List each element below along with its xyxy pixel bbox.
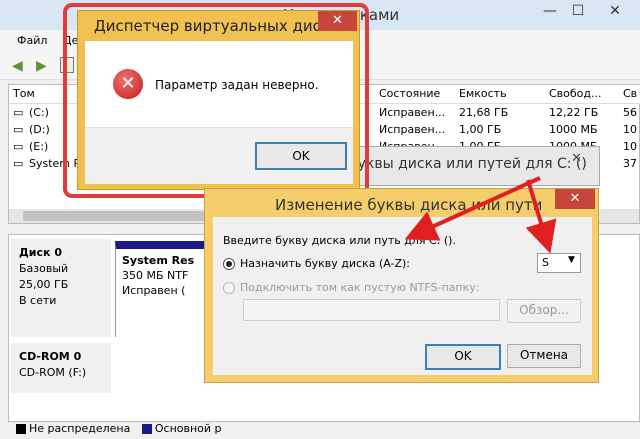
annotation-arrows	[404, 176, 557, 254]
arrow-to-prompt	[404, 176, 541, 241]
arrow-to-letter	[525, 179, 557, 254]
